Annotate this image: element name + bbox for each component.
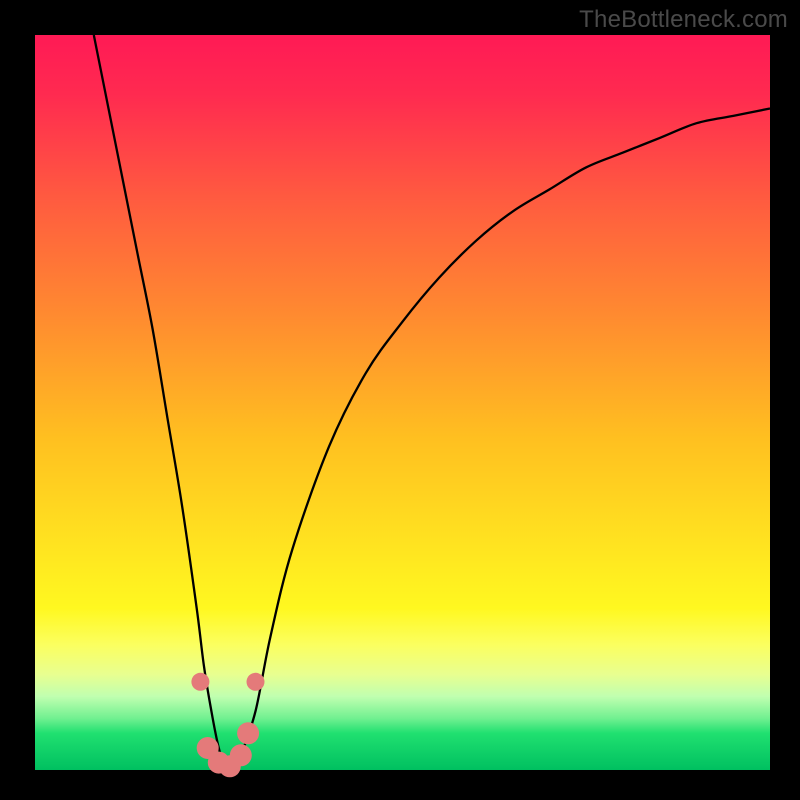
- curve-marker: [191, 673, 209, 691]
- chart-frame: TheBottleneck.com: [0, 0, 800, 800]
- curve-marker: [230, 744, 252, 766]
- curve-marker: [237, 722, 259, 744]
- curve-marker: [247, 673, 265, 691]
- bottleneck-curve: [94, 35, 770, 772]
- marker-group: [191, 673, 264, 778]
- watermark-text: TheBottleneck.com: [579, 6, 788, 34]
- plot-area: [35, 35, 770, 770]
- curve-svg: [35, 35, 770, 770]
